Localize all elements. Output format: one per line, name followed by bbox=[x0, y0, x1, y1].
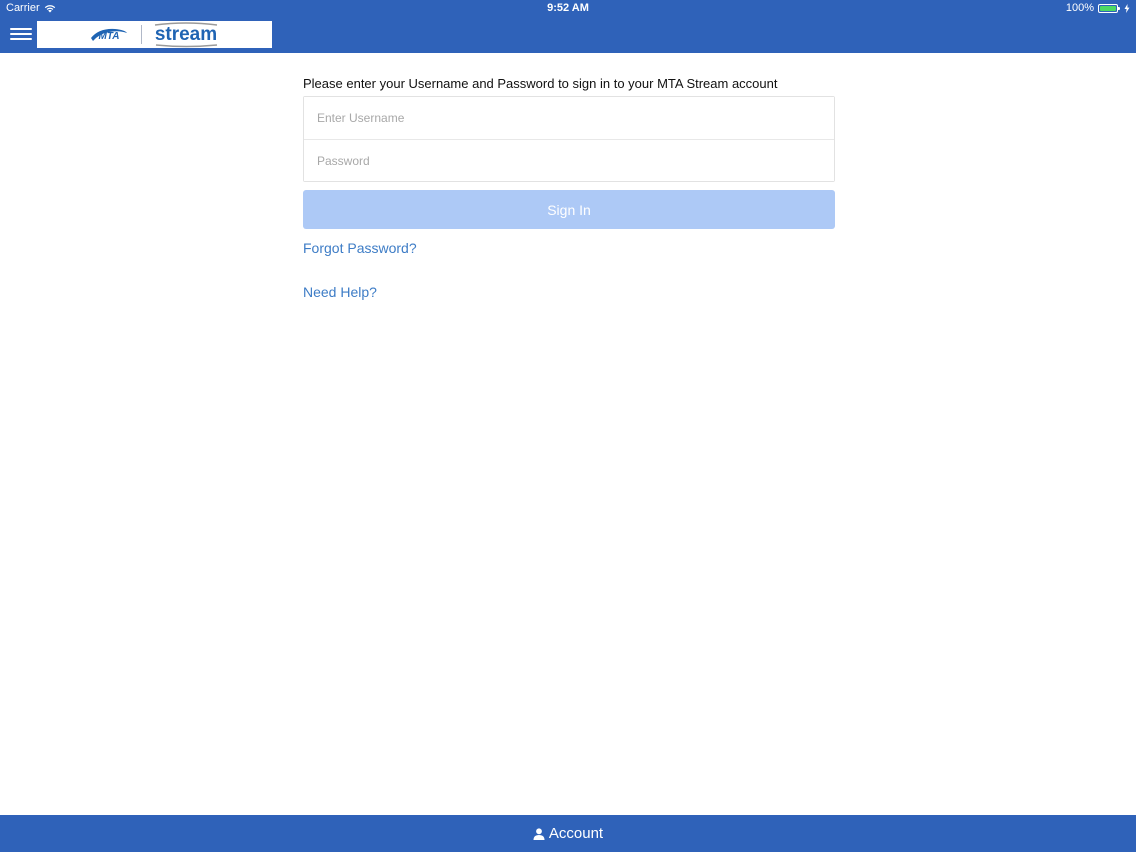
sign-in-button[interactable]: Sign In bbox=[303, 190, 835, 229]
tab-account-label: Account bbox=[548, 825, 604, 842]
app-header: MTA stream bbox=[0, 17, 1136, 53]
logo-divider bbox=[141, 25, 142, 44]
login-prompt: Please enter your Username and Password … bbox=[303, 76, 778, 91]
credentials-group bbox=[303, 96, 835, 182]
hamburger-menu-icon[interactable] bbox=[10, 25, 32, 45]
battery-percent: 100% bbox=[1065, 2, 1094, 14]
login-form: Please enter your Username and Password … bbox=[303, 75, 835, 301]
battery-icon bbox=[1098, 3, 1120, 13]
status-bar: Carrier 9:52 AM 100% bbox=[0, 0, 1136, 17]
bottom-tab-bar: Account bbox=[0, 815, 1136, 852]
stream-logo-text: stream bbox=[155, 24, 217, 45]
status-time: 9:52 AM bbox=[547, 2, 589, 14]
mta-logo-text: MTA bbox=[99, 31, 120, 42]
mta-stream-logo: MTA stream bbox=[37, 21, 272, 48]
person-icon bbox=[533, 827, 545, 840]
forgot-password-link[interactable]: Forgot Password? bbox=[303, 239, 835, 257]
tab-account[interactable]: Account bbox=[533, 825, 603, 842]
need-help-link[interactable]: Need Help? bbox=[303, 283, 835, 301]
password-input[interactable] bbox=[304, 139, 834, 181]
stream-logo: stream bbox=[155, 22, 217, 48]
mta-logo: MTA bbox=[91, 28, 127, 42]
username-input[interactable] bbox=[304, 97, 834, 139]
battery-indicator: 100% bbox=[1066, 2, 1130, 14]
charging-icon bbox=[1124, 3, 1130, 13]
